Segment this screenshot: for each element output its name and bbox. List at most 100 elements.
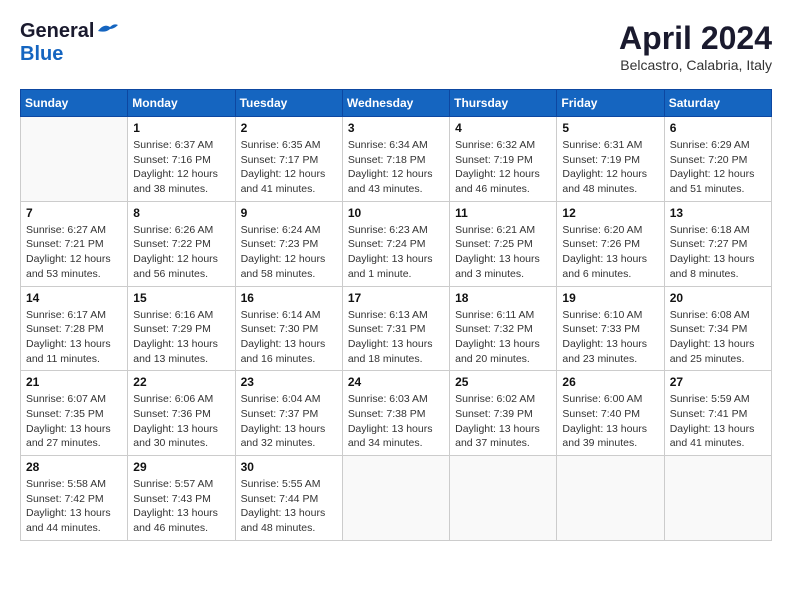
calendar-cell: 24 Sunrise: 6:03 AM Sunset: 7:38 PM Dayli…	[342, 371, 449, 456]
day-info: Sunrise: 6:26 AM Sunset: 7:22 PM Dayligh…	[133, 223, 229, 282]
calendar-cell: 7Sunrise: 6:27 AM Sunset: 7:21 PM Daylig…	[21, 201, 128, 286]
calendar-cell	[342, 456, 449, 541]
calendar-cell: 20 Sunrise: 6:08 AM Sunset: 7:34 PM Dayli…	[664, 286, 771, 371]
day-info: Sunrise: 6:06 AM Sunset: 7:36 PM Dayligh…	[133, 392, 229, 451]
calendar-cell: 23Sunrise: 6:04 AM Sunset: 7:37 PM Dayli…	[235, 371, 342, 456]
day-number: 19	[562, 291, 658, 305]
day-info: Sunrise: 6:13 AM Sunset: 7:31 PM Dayligh…	[348, 308, 444, 367]
day-info: Sunrise: 6:07 AM Sunset: 7:35 PM Dayligh…	[26, 392, 122, 451]
day-info: Sunrise: 5:55 AM Sunset: 7:44 PM Dayligh…	[241, 477, 337, 536]
day-number: 8	[133, 206, 229, 220]
calendar-cell: 28 Sunrise: 5:58 AM Sunset: 7:42 PM Dayli…	[21, 456, 128, 541]
calendar-cell: 17 Sunrise: 6:13 AM Sunset: 7:31 PM Dayli…	[342, 286, 449, 371]
calendar-cell: 3 Sunrise: 6:34 AM Sunset: 7:18 PM Daylig…	[342, 117, 449, 202]
day-number: 1	[133, 121, 229, 135]
weekday-header-monday: Monday	[128, 90, 235, 117]
day-info: Sunrise: 6:20 AM Sunset: 7:26 PM Dayligh…	[562, 223, 658, 282]
day-number: 10	[348, 206, 444, 220]
calendar-cell: 18 Sunrise: 6:11 AM Sunset: 7:32 PM Dayli…	[450, 286, 557, 371]
calendar-cell: 5 Sunrise: 6:31 AM Sunset: 7:19 PM Daylig…	[557, 117, 664, 202]
day-number: 3	[348, 121, 444, 135]
calendar-cell: 21 Sunrise: 6:07 AM Sunset: 7:35 PM Dayli…	[21, 371, 128, 456]
calendar-cell: 1 Sunrise: 6:37 AM Sunset: 7:16 PM Daylig…	[128, 117, 235, 202]
weekday-header-friday: Friday	[557, 90, 664, 117]
day-number: 24	[348, 375, 444, 389]
day-info: Sunrise: 6:02 AM Sunset: 7:39 PM Dayligh…	[455, 392, 551, 451]
day-info: Sunrise: 6:03 AM Sunset: 7:38 PM Dayligh…	[348, 392, 444, 451]
day-number: 28	[26, 460, 122, 474]
day-info: Sunrise: 5:58 AM Sunset: 7:42 PM Dayligh…	[26, 477, 122, 536]
weekday-header-tuesday: Tuesday	[235, 90, 342, 117]
calendar-cell	[21, 117, 128, 202]
calendar-week-row: 21 Sunrise: 6:07 AM Sunset: 7:35 PM Dayli…	[21, 371, 772, 456]
day-number: 23	[241, 375, 337, 389]
logo: General Blue	[20, 20, 118, 66]
day-number: 5	[562, 121, 658, 135]
day-number: 21	[26, 375, 122, 389]
location: Belcastro, Calabria, Italy	[619, 57, 772, 73]
calendar-cell	[450, 456, 557, 541]
weekday-header-wednesday: Wednesday	[342, 90, 449, 117]
day-info: Sunrise: 6:18 AM Sunset: 7:27 PM Dayligh…	[670, 223, 766, 282]
calendar-cell: 10Sunrise: 6:23 AM Sunset: 7:24 PM Dayli…	[342, 201, 449, 286]
day-info: Sunrise: 6:16 AM Sunset: 7:29 PM Dayligh…	[133, 308, 229, 367]
calendar-cell: 14 Sunrise: 6:17 AM Sunset: 7:28 PM Dayli…	[21, 286, 128, 371]
calendar-cell	[664, 456, 771, 541]
day-info: Sunrise: 6:29 AM Sunset: 7:20 PM Dayligh…	[670, 138, 766, 197]
logo-blue: Blue	[20, 43, 63, 65]
calendar-table: SundayMondayTuesdayWednesdayThursdayFrid…	[20, 89, 772, 541]
calendar-cell: 27 Sunrise: 5:59 AM Sunset: 7:41 PM Dayli…	[664, 371, 771, 456]
calendar-cell: 11 Sunrise: 6:21 AM Sunset: 7:25 PM Dayli…	[450, 201, 557, 286]
day-info: Sunrise: 6:17 AM Sunset: 7:28 PM Dayligh…	[26, 308, 122, 367]
day-info: Sunrise: 6:11 AM Sunset: 7:32 PM Dayligh…	[455, 308, 551, 367]
day-number: 14	[26, 291, 122, 305]
calendar-week-row: 14 Sunrise: 6:17 AM Sunset: 7:28 PM Dayli…	[21, 286, 772, 371]
logo-general: General	[20, 20, 94, 43]
calendar-cell: 8 Sunrise: 6:26 AM Sunset: 7:22 PM Daylig…	[128, 201, 235, 286]
day-number: 6	[670, 121, 766, 135]
calendar-cell: 12 Sunrise: 6:20 AM Sunset: 7:26 PM Dayli…	[557, 201, 664, 286]
weekday-header-row: SundayMondayTuesdayWednesdayThursdayFrid…	[21, 90, 772, 117]
title-block: April 2024 Belcastro, Calabria, Italy	[619, 20, 772, 73]
calendar-cell: 15 Sunrise: 6:16 AM Sunset: 7:29 PM Dayli…	[128, 286, 235, 371]
calendar-cell: 4Sunrise: 6:32 AM Sunset: 7:19 PM Daylig…	[450, 117, 557, 202]
day-info: Sunrise: 6:21 AM Sunset: 7:25 PM Dayligh…	[455, 223, 551, 282]
day-info: Sunrise: 6:27 AM Sunset: 7:21 PM Dayligh…	[26, 223, 122, 282]
logo-bird-icon	[96, 21, 118, 39]
day-info: Sunrise: 6:37 AM Sunset: 7:16 PM Dayligh…	[133, 138, 229, 197]
day-info: Sunrise: 6:08 AM Sunset: 7:34 PM Dayligh…	[670, 308, 766, 367]
day-number: 17	[348, 291, 444, 305]
weekday-header-sunday: Sunday	[21, 90, 128, 117]
calendar-cell: 26 Sunrise: 6:00 AM Sunset: 7:40 PM Dayli…	[557, 371, 664, 456]
calendar-cell: 29Sunrise: 5:57 AM Sunset: 7:43 PM Dayli…	[128, 456, 235, 541]
page-header: General Blue April 2024 Belcastro, Calab…	[20, 20, 772, 73]
day-number: 26	[562, 375, 658, 389]
calendar-week-row: 1 Sunrise: 6:37 AM Sunset: 7:16 PM Daylig…	[21, 117, 772, 202]
day-info: Sunrise: 6:00 AM Sunset: 7:40 PM Dayligh…	[562, 392, 658, 451]
day-number: 12	[562, 206, 658, 220]
calendar-cell: 13 Sunrise: 6:18 AM Sunset: 7:27 PM Dayli…	[664, 201, 771, 286]
calendar-week-row: 28 Sunrise: 5:58 AM Sunset: 7:42 PM Dayli…	[21, 456, 772, 541]
day-info: Sunrise: 6:24 AM Sunset: 7:23 PM Dayligh…	[241, 223, 337, 282]
day-number: 20	[670, 291, 766, 305]
calendar-cell: 16Sunrise: 6:14 AM Sunset: 7:30 PM Dayli…	[235, 286, 342, 371]
month-title: April 2024	[619, 20, 772, 57]
calendar-week-row: 7Sunrise: 6:27 AM Sunset: 7:21 PM Daylig…	[21, 201, 772, 286]
calendar-cell: 9 Sunrise: 6:24 AM Sunset: 7:23 PM Daylig…	[235, 201, 342, 286]
day-number: 27	[670, 375, 766, 389]
day-number: 11	[455, 206, 551, 220]
day-number: 13	[670, 206, 766, 220]
day-info: Sunrise: 6:31 AM Sunset: 7:19 PM Dayligh…	[562, 138, 658, 197]
weekday-header-saturday: Saturday	[664, 90, 771, 117]
weekday-header-thursday: Thursday	[450, 90, 557, 117]
calendar-cell: 25 Sunrise: 6:02 AM Sunset: 7:39 PM Dayli…	[450, 371, 557, 456]
day-info: Sunrise: 6:34 AM Sunset: 7:18 PM Dayligh…	[348, 138, 444, 197]
day-number: 15	[133, 291, 229, 305]
calendar-cell: 6 Sunrise: 6:29 AM Sunset: 7:20 PM Daylig…	[664, 117, 771, 202]
day-number: 25	[455, 375, 551, 389]
day-number: 18	[455, 291, 551, 305]
day-number: 29	[133, 460, 229, 474]
day-number: 9	[241, 206, 337, 220]
day-info: Sunrise: 5:59 AM Sunset: 7:41 PM Dayligh…	[670, 392, 766, 451]
day-number: 16	[241, 291, 337, 305]
